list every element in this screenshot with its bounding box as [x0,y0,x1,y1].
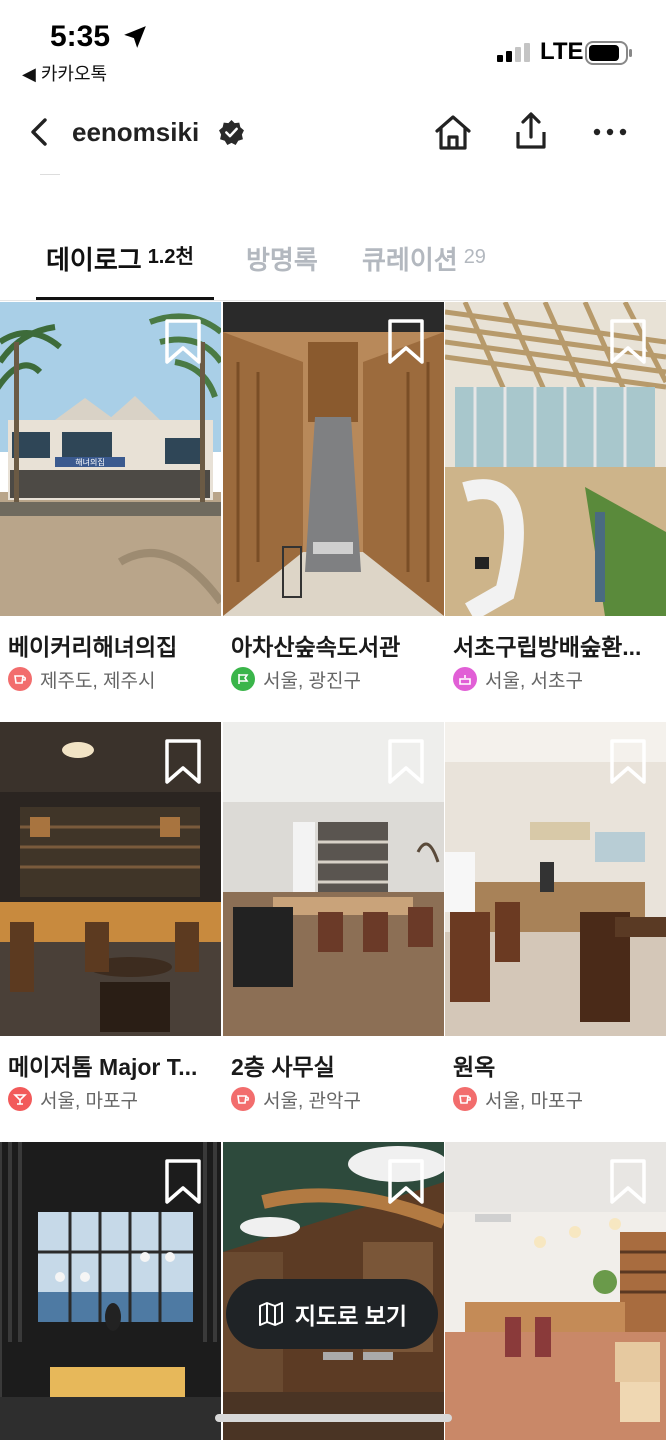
cellular-signal-icon [497,43,530,62]
bookmark-icon[interactable] [163,1158,203,1206]
shop-sign-text: 해녀의집 [75,457,104,467]
bookmark-icon[interactable] [608,318,648,366]
bookmark-icon[interactable] [608,738,648,786]
place-location: 제주도, 제주시 [8,666,155,692]
tab-curation[interactable]: 큐레이션 29 [362,240,486,277]
back-arrow-icon[interactable] [22,114,58,150]
place-photo[interactable] [445,722,666,1036]
network-type: LTE [540,38,584,65]
map-icon [258,1302,283,1326]
place-photo[interactable] [223,722,444,1036]
place-location: 서울, 마포구 [453,1086,583,1112]
tab-count: 29 [463,246,486,268]
status-bar: 5:35 ◀ 카카오톡 LTE [0,0,666,92]
place-photo[interactable] [445,302,666,616]
view-on-map-button[interactable]: 지도로 보기 [226,1279,438,1349]
tab-count: 1.2천 [147,246,194,268]
profile-tabs: 데이로그 1.2천 방명록 큐레이션 29 [0,230,666,302]
tab-label: 데이로그 [46,245,142,275]
place-title: 2층 사무실 [231,1054,335,1080]
place-title: 서초구립방배숲환... [453,634,642,660]
place-title: 원옥 [453,1054,496,1080]
place-title: 베이커리해녀의집 [8,634,178,660]
bookmark-icon[interactable] [163,738,203,786]
tab-label: 방명록 [246,245,318,275]
profile-name: eenomsiki [72,117,200,147]
cocktail-icon [8,1087,32,1111]
place-title: 아차산숲속도서관 [231,634,401,660]
location-arrow-icon [124,26,146,48]
divider [40,174,60,175]
more-options-icon[interactable] [590,112,630,152]
cake-icon [453,667,477,691]
place-location: 서울, 관악구 [231,1086,361,1112]
profile-header: eenomsiki [0,100,666,166]
coffee-icon [8,667,32,691]
bookmark-icon[interactable] [386,1158,426,1206]
back-to-app-link[interactable]: ◀ 카카오톡 [22,60,107,86]
place-photo[interactable] [0,1142,221,1440]
share-icon[interactable] [510,110,552,152]
place-photo[interactable] [445,1142,666,1440]
place-photo[interactable] [0,722,221,1036]
verified-badge-icon [219,120,244,145]
tab-guestbook[interactable]: 방명록 [246,240,318,277]
flag-icon [231,667,255,691]
tabs-divider [0,300,666,301]
home-icon[interactable] [432,112,474,154]
location-text: 서울, 서초구 [485,670,583,692]
bookmark-icon[interactable] [386,738,426,786]
bookmark-icon[interactable] [608,1158,648,1206]
place-location: 서울, 서초구 [453,666,583,692]
home-indicator[interactable] [215,1414,452,1422]
location-text: 서울, 관악구 [263,1090,361,1112]
place-location: 서울, 광진구 [231,666,361,692]
coffee-icon [231,1087,255,1111]
tab-label: 큐레이션 [362,245,458,275]
place-photo[interactable] [223,302,444,616]
location-text: 서울, 마포구 [40,1090,138,1112]
coffee-icon [453,1087,477,1111]
location-text: 서울, 광진구 [263,670,361,692]
location-text: 서울, 마포구 [485,1090,583,1112]
bookmark-icon[interactable] [163,318,203,366]
place-photo[interactable]: 해녀의집 [0,302,221,616]
location-text: 제주도, 제주시 [40,670,156,692]
bookmark-icon[interactable] [386,318,426,366]
battery-icon [585,41,632,65]
tab-daylog[interactable]: 데이로그 1.2천 [46,240,194,277]
status-time: 5:35 [50,20,111,53]
place-title: 메이저톰 Major T... [8,1054,198,1080]
place-location: 서울, 마포구 [8,1086,138,1112]
map-button-label: 지도로 보기 [294,1303,408,1329]
